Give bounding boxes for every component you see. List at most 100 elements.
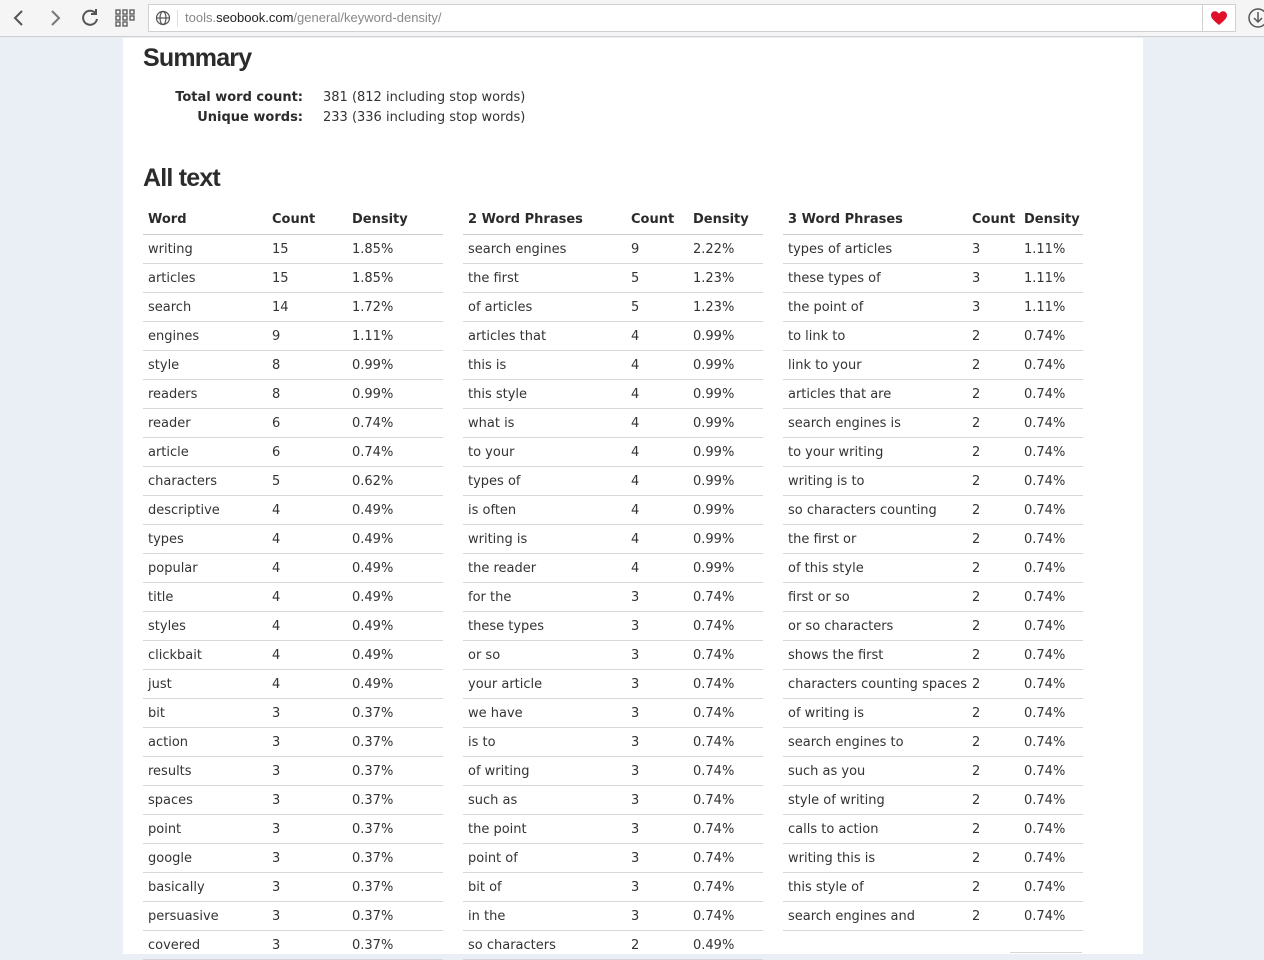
column-header[interactable]: Count [267,205,347,235]
table-row: what is 4 0.99% [463,408,763,438]
count-cell: 4 [626,350,688,380]
density-cell: 0.74% [1019,495,1083,525]
phrase-cell: to your [463,437,626,467]
density-cell: 0.74% [1019,350,1083,380]
table-row: is often 4 0.99% [463,495,763,525]
count-cell: 4 [626,437,688,467]
density-cell: 0.74% [688,669,763,699]
count-cell: 5 [626,292,688,322]
phrase-cell: such as you [783,756,967,786]
table-row: point 3 0.37% [143,814,443,844]
column-header[interactable]: Word [143,205,267,235]
table-header-row: 3 Word Phrases Count Density [783,205,1083,235]
column-header[interactable]: Count [967,205,1019,235]
table-row: engines 9 1.11% [143,321,443,351]
column-header[interactable]: Density [1019,205,1083,235]
density-cell: 0.49% [347,611,443,641]
phrase-cell: readers [143,379,267,409]
url-path: /general/keyword-density/ [293,10,442,25]
density-cell: 0.74% [688,756,763,786]
density-cell: 0.99% [688,408,763,438]
phrase-cell: point [143,814,267,844]
download-icon [1248,8,1264,28]
density-cell: 0.74% [1019,553,1083,583]
phrase-cell: engines [143,321,267,351]
phrase-cell: bit [143,698,267,728]
column-header[interactable]: Count [626,205,688,235]
phrase-cell: results [143,756,267,786]
phrase-cell: first or so [783,582,967,612]
phrase-cell: your article [463,669,626,699]
reload-button[interactable] [77,5,103,31]
density-cell: 0.49% [347,524,443,554]
density-cell: 0.99% [688,437,763,467]
table-row: article 6 0.74% [143,437,443,467]
address-separator [177,10,178,27]
phrase-cell: of articles [463,292,626,322]
density-cell: 0.74% [1019,785,1083,815]
phrase-cell: so characters counting [783,495,967,525]
table-row: your article 3 0.74% [463,669,763,699]
phrase-cell: in the [463,901,626,931]
count-cell: 3 [267,872,347,902]
column-header[interactable]: 2 Word Phrases [463,205,626,235]
table-row: clickbait 4 0.49% [143,640,443,670]
phrase-cell: articles [143,263,267,293]
phrase-cell: these types [463,611,626,641]
table-row: persuasive 3 0.37% [143,901,443,931]
density-cell: 0.37% [347,843,443,873]
density-cell: 0.99% [688,495,763,525]
forward-arrow-icon [51,10,61,26]
table-divider [1010,952,1082,953]
back-button[interactable] [6,5,32,31]
count-cell: 3 [626,901,688,931]
density-cell: 1.85% [347,263,443,293]
phrase-cell: types of articles [783,234,967,264]
url-text[interactable]: tools.seobook.com/general/keyword-densit… [185,10,442,25]
table-row: types of 4 0.99% [463,466,763,496]
table-row: search 14 1.72% [143,292,443,322]
table-row: or so 3 0.74% [463,640,763,670]
favorite-button[interactable] [1202,5,1235,31]
count-cell: 4 [626,379,688,409]
apps-button[interactable] [112,5,138,31]
count-cell: 3 [967,292,1019,322]
download-button[interactable] [1247,7,1264,33]
density-cell: 1.11% [347,321,443,351]
density-cell: 0.99% [688,553,763,583]
phrase-cell: of this style [783,553,967,583]
address-bar[interactable]: tools.seobook.com/general/keyword-densit… [148,4,1236,32]
column-header[interactable]: Density [347,205,443,235]
forward-button[interactable] [42,5,68,31]
density-cell: 0.99% [688,350,763,380]
count-cell: 2 [967,727,1019,757]
table-row: bit 3 0.37% [143,698,443,728]
table-row: this style of 2 0.74% [783,872,1083,902]
table-row: the first or 2 0.74% [783,524,1083,554]
column-header[interactable]: 3 Word Phrases [783,205,967,235]
phrase-cell: clickbait [143,640,267,670]
count-cell: 15 [267,234,347,264]
count-cell: 2 [967,553,1019,583]
column-header[interactable]: Density [688,205,763,235]
count-cell: 8 [267,379,347,409]
phrase-cell: characters [143,466,267,496]
density-cell: 0.74% [688,814,763,844]
phrase-cell: bit of [463,872,626,902]
table-row: characters counting spaces 2 0.74% [783,669,1083,699]
total-word-count-value: 381 (812 including stop words) [323,90,526,105]
phrase-cell: just [143,669,267,699]
phrase-cell: shows the first [783,640,967,670]
table-row: so characters 2 0.49% [463,930,763,960]
density-cell: 0.37% [347,814,443,844]
table-row: link to your 2 0.74% [783,350,1083,380]
phrase-cell: search engines to [783,727,967,757]
phrase-cell: to your writing [783,437,967,467]
reload-icon [82,9,98,26]
phrase-cell: is often [463,495,626,525]
table-row: writing 15 1.85% [143,234,443,264]
globe-icon [155,10,171,26]
table-row: of this style 2 0.74% [783,553,1083,583]
density-cell: 0.74% [1019,872,1083,902]
phrase-cell: types of [463,466,626,496]
